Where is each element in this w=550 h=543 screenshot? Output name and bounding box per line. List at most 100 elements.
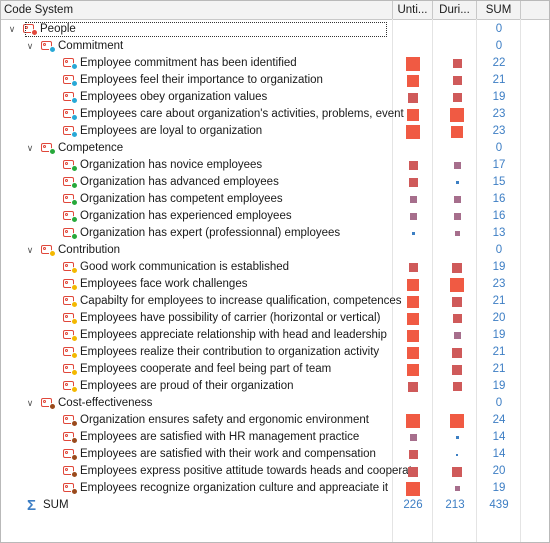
header-col-unti[interactable]: Unti... xyxy=(393,1,433,19)
frequency-square-duri[interactable] xyxy=(452,93,462,102)
code-row[interactable]: Employees care about organization's acti… xyxy=(1,106,549,123)
frequency-square-unti[interactable] xyxy=(407,363,419,376)
frequency-square-duri[interactable] xyxy=(452,347,462,358)
frequency-square-unti[interactable] xyxy=(409,434,417,441)
row-sum: 16 xyxy=(492,193,506,205)
code-tag-icon xyxy=(63,193,78,206)
frequency-square-duri[interactable] xyxy=(455,181,459,184)
code-row[interactable]: Employees feel their importance to organ… xyxy=(1,72,549,89)
code-group-row[interactable]: ∨ Contribution 0 xyxy=(1,242,549,259)
frequency-square-unti[interactable] xyxy=(408,450,418,459)
frequency-square-unti[interactable] xyxy=(411,232,415,235)
frequency-square-duri[interactable] xyxy=(452,466,462,477)
frequency-square-unti[interactable] xyxy=(406,413,420,428)
expand-chevron-icon[interactable]: ∨ xyxy=(7,23,17,35)
frequency-square-unti[interactable] xyxy=(406,56,420,71)
row-sum: 22 xyxy=(492,57,506,69)
expand-chevron-icon[interactable]: ∨ xyxy=(25,397,35,409)
code-row[interactable]: Employees face work challenges 23 xyxy=(1,276,549,293)
code-row[interactable]: Organization has experienced employees 16 xyxy=(1,208,549,225)
code-label: Employees face work challenges xyxy=(80,278,248,290)
code-row[interactable]: Employees appreciate relationship with h… xyxy=(1,327,549,344)
frequency-square-duri[interactable] xyxy=(453,213,461,220)
expand-chevron-icon[interactable]: ∨ xyxy=(25,244,35,256)
code-row[interactable]: Employees recognize organization culture… xyxy=(1,480,549,497)
frequency-square-duri[interactable] xyxy=(452,364,462,375)
frequency-square-unti[interactable] xyxy=(409,213,417,220)
code-tag-icon xyxy=(63,346,78,359)
frequency-square-unti[interactable] xyxy=(407,74,419,87)
code-row[interactable]: Employee commitment has been identified 2… xyxy=(1,55,549,72)
code-row[interactable]: Employees realize their contribution to … xyxy=(1,344,549,361)
frequency-square-unti[interactable] xyxy=(408,161,418,170)
frequency-square-unti[interactable] xyxy=(406,124,420,139)
code-row[interactable]: Employees cooperate and feel being part … xyxy=(1,361,549,378)
frequency-square-duri[interactable] xyxy=(450,107,464,122)
row-sum: 21 xyxy=(492,346,506,358)
code-label: Organization has competent employees xyxy=(80,193,283,205)
header-col-duri[interactable]: Duri... xyxy=(433,1,477,19)
row-sum: 21 xyxy=(492,363,506,375)
code-row[interactable]: Organization ensures safety and ergonomi… xyxy=(1,412,549,429)
frequency-square-unti[interactable] xyxy=(408,466,418,477)
row-sum: 0 xyxy=(495,142,503,154)
frequency-square-unti[interactable] xyxy=(407,329,419,342)
frequency-square-duri[interactable] xyxy=(452,59,462,68)
code-group-row[interactable]: ∨ Commitment 0 xyxy=(1,38,549,55)
frequency-square-unti[interactable] xyxy=(409,196,417,203)
frequency-square-duri[interactable] xyxy=(452,314,462,323)
code-row[interactable]: Capabilty for employees to increase qual… xyxy=(1,293,549,310)
frequency-square-unti[interactable] xyxy=(408,263,418,272)
expand-chevron-icon[interactable]: ∨ xyxy=(25,40,35,52)
code-label: Employees care about organization's acti… xyxy=(80,108,404,120)
frequency-square-unti[interactable] xyxy=(407,278,419,291)
frequency-square-unti[interactable] xyxy=(407,295,419,308)
code-row[interactable]: Good work communication is established 19 xyxy=(1,259,549,276)
code-row[interactable]: Employees are satisfied with their work … xyxy=(1,446,549,463)
row-sum: 0 xyxy=(495,23,503,35)
frequency-square-unti[interactable] xyxy=(406,481,420,496)
header-code-system[interactable]: Code System xyxy=(1,1,393,19)
code-label: Employees are loyal to organization xyxy=(80,125,263,137)
frequency-square-duri[interactable] xyxy=(454,231,460,236)
code-row[interactable]: Employees are loyal to organization 23 xyxy=(1,123,549,140)
code-row[interactable]: Employees have possibility of carrier (h… xyxy=(1,310,549,327)
frequency-square-duri[interactable] xyxy=(451,125,463,138)
frequency-square-unti[interactable] xyxy=(407,108,419,121)
frequency-square-duri[interactable] xyxy=(450,413,464,428)
frequency-square-duri[interactable] xyxy=(452,76,462,85)
code-row[interactable]: Organization has expert (professionnal) … xyxy=(1,225,549,242)
frequency-square-duri[interactable] xyxy=(450,277,464,292)
code-tag-icon xyxy=(63,363,78,376)
code-row[interactable]: Organization has competent employees 16 xyxy=(1,191,549,208)
code-group-row[interactable]: ∨ Cost-effectiveness 0 xyxy=(1,395,549,412)
frequency-square-duri[interactable] xyxy=(456,453,458,456)
code-label: Contribution xyxy=(58,244,121,256)
code-tag-icon xyxy=(63,414,78,427)
code-label: Good work communication is established xyxy=(80,261,290,273)
frequency-square-duri[interactable] xyxy=(452,296,462,307)
frequency-square-duri[interactable] xyxy=(454,486,460,491)
row-sum: 20 xyxy=(492,312,506,324)
code-group-row[interactable]: ∨ Competence 0 xyxy=(1,140,549,157)
code-row[interactable]: Employees are satisfied with HR manageme… xyxy=(1,429,549,446)
frequency-square-unti[interactable] xyxy=(407,346,419,359)
frequency-square-duri[interactable] xyxy=(452,262,462,273)
frequency-square-duri[interactable] xyxy=(452,382,462,391)
frequency-square-unti[interactable] xyxy=(408,92,418,103)
frequency-square-duri[interactable] xyxy=(453,196,461,203)
code-row[interactable]: Organization has advanced employees 15 xyxy=(1,174,549,191)
code-row[interactable]: Employees obey organization values 19 xyxy=(1,89,549,106)
header-col-sum[interactable]: SUM xyxy=(477,1,521,19)
code-group-row[interactable]: ∨ People 0 xyxy=(1,21,549,38)
frequency-square-unti[interactable] xyxy=(408,178,418,187)
frequency-square-duri[interactable] xyxy=(453,332,461,339)
expand-chevron-icon[interactable]: ∨ xyxy=(25,142,35,154)
code-row[interactable]: Employees express positive attitude towa… xyxy=(1,463,549,480)
frequency-square-unti[interactable] xyxy=(407,312,419,325)
frequency-square-duri[interactable] xyxy=(453,162,461,169)
code-row[interactable]: Organization has novice employees 17 xyxy=(1,157,549,174)
frequency-square-unti[interactable] xyxy=(408,381,418,392)
frequency-square-duri[interactable] xyxy=(455,436,459,439)
code-row[interactable]: Employees are proud of their organizatio… xyxy=(1,378,549,395)
